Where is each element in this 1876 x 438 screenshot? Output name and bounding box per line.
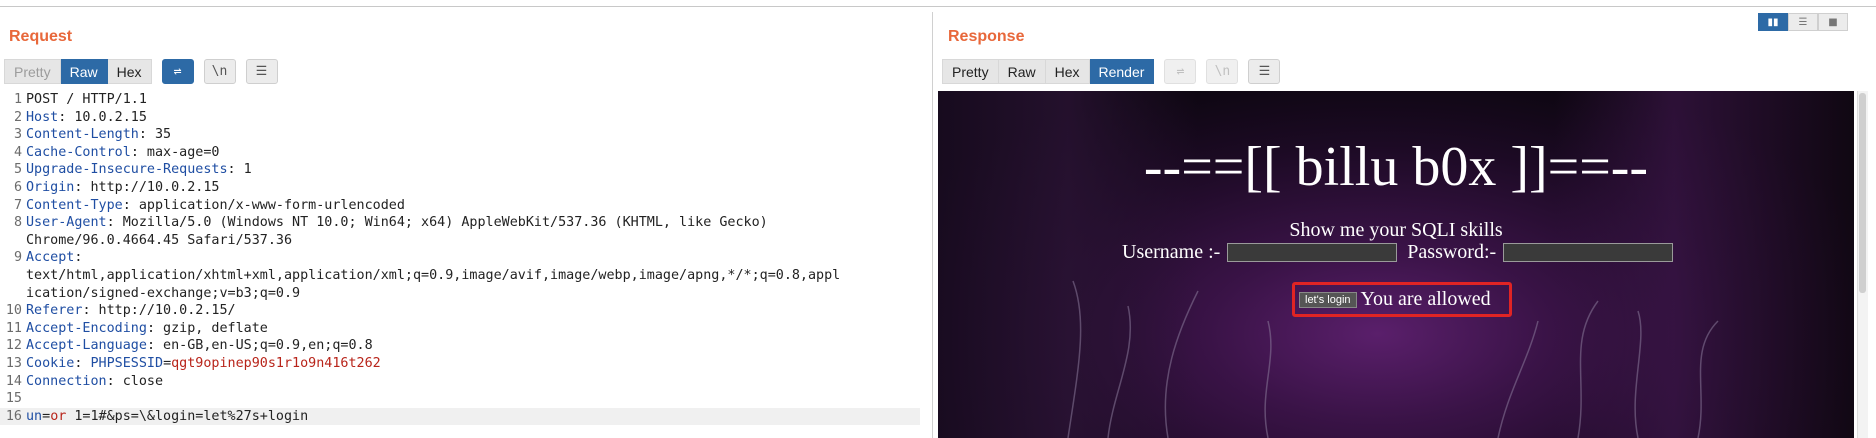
response-scrollbar[interactable] — [1857, 91, 1868, 438]
split-vertical-icon[interactable]: ☰ — [1788, 13, 1818, 31]
editor-line: 1 POST / HTTP/1.1 — [13, 92, 147, 107]
header-name: Host — [26, 109, 59, 125]
password-input[interactable] — [1503, 243, 1674, 262]
editor-line: 13 Cookie: PHPSESSID = qgt9opinep90s1r1o9n4… — [5, 355, 381, 371]
split-horizontal-icon[interactable]: ▮▮ — [1758, 13, 1788, 31]
response-panel-title: Response — [948, 28, 1025, 45]
newline-toggle-icon: \n — [1206, 59, 1239, 84]
param-value: or — [50, 408, 67, 424]
menu-icon[interactable]: ☰ — [245, 59, 278, 84]
response-tab-raw[interactable]: Raw — [998, 59, 1046, 84]
editor-line: 4 Cache-Control: max-age=0 — [13, 144, 220, 160]
editor-line: 3 Content-Length: 35 — [13, 127, 172, 143]
param-name: un — [26, 408, 43, 424]
editor-line: 5 Upgrade-Insecure-Requests: 1 — [13, 162, 252, 178]
editor-line: 12 Accept-Language: en-GB,en-US;q=0.9,en;… — [5, 338, 373, 354]
editor-line: 8 User-Agent: Mozilla/5.0 (Windows NT 10.… — [13, 215, 768, 231]
single-tab-icon[interactable]: ■ — [1818, 13, 1848, 31]
cookie-name: PHPSESSID — [90, 355, 164, 371]
request-tabbar: Pretty Raw Hex ⇌ \n ☰ — [4, 59, 278, 84]
wrap-lines-icon[interactable]: ⇌ — [161, 59, 194, 84]
request-tab-pretty[interactable]: Pretty — [4, 59, 61, 84]
response-tabbar: Pretty Raw Hex Render ⇌ \n ☰ — [942, 59, 1281, 84]
editor-line-body[interactable]: 16 un = or 1=1#&ps=\&login=let%27s+login — [0, 407, 920, 426]
cookie-value: qgt9opinep90s1r1o9n416t262 — [171, 355, 381, 371]
scrollbar-thumb[interactable] — [1859, 93, 1866, 293]
request-panel-title: Request — [9, 28, 73, 45]
rendered-response: --==[[ billu b0x ]]==-- Show me your SQL… — [938, 91, 1854, 438]
site-heading: --==[[ billu b0x ]]==-- — [1143, 136, 1649, 198]
password-label: Password:- — [1407, 241, 1497, 263]
editor-line: 10 Referer: http://10.0.2.15/ — [5, 303, 236, 319]
editor-line: Chrome/96.0.4664.45 Safari/537.36 — [26, 232, 293, 248]
editor-line: 7 Content-Type: application/x-www-form-ur… — [13, 197, 405, 213]
editor-line: 2 Host: 10.0.2.15 — [13, 109, 147, 125]
response-tab-hex[interactable]: Hex — [1045, 59, 1090, 84]
editor-line: 11 Accept-Encoding: gzip, deflate — [5, 320, 268, 336]
login-result-message: You are allowed — [1360, 288, 1491, 310]
editor-line: 14 Connection: close — [5, 373, 164, 389]
wrap-lines-icon: ⇌ — [1164, 59, 1197, 84]
editor-line: text/html,application/xhtml+xml,applicat… — [26, 267, 841, 283]
layout-toggle-group: ▮▮ ☰ ■ — [1758, 13, 1848, 31]
login-form: Username :- Password:- — [1122, 241, 1683, 264]
newline-toggle-icon[interactable]: \n — [203, 59, 236, 84]
editor-line: 9 Accept: — [13, 250, 83, 266]
panel-divider[interactable] — [932, 12, 933, 438]
editor-line: ication/signed-exchange;v=b3;q=0.9 — [26, 285, 301, 301]
window-top-border — [0, 6, 1876, 7]
editor-line: 6 Origin: http://10.0.2.15 — [13, 179, 220, 195]
header-value: 10.0.2.15 — [66, 109, 147, 125]
username-label: Username :- — [1122, 241, 1221, 263]
site-subtitle: Show me your SQLI skills — [1289, 219, 1503, 241]
menu-icon[interactable]: ☰ — [1248, 59, 1281, 84]
request-editor[interactable]: 1 POST / HTTP/1.1 2 Host: 10.0.2.15 3 Conte… — [0, 91, 928, 438]
editor-line: 15 — [5, 391, 22, 407]
username-input[interactable] — [1227, 243, 1398, 262]
response-tab-pretty[interactable]: Pretty — [942, 59, 999, 84]
response-tab-render[interactable]: Render — [1089, 59, 1155, 84]
highlight-box: let's login You are allowed — [1292, 282, 1512, 317]
request-tab-hex[interactable]: Hex — [107, 59, 152, 84]
login-button[interactable]: let's login — [1299, 291, 1357, 308]
request-tab-raw[interactable]: Raw — [60, 59, 108, 84]
